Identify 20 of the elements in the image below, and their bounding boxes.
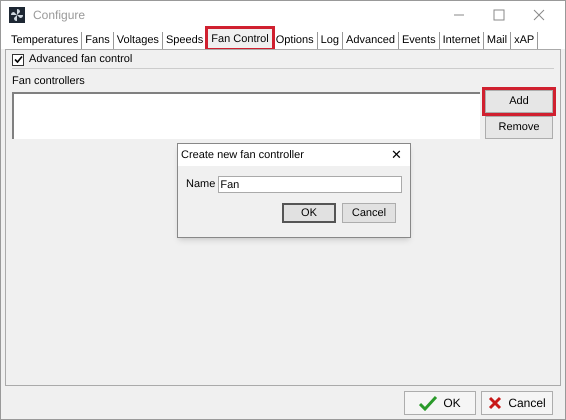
checkbox-label: Advanced fan control <box>29 52 132 68</box>
dialog-button[interactable]: OK <box>404 390 476 414</box>
cross-icon <box>488 396 502 410</box>
dialog-button[interactable]: Cancel <box>481 390 553 414</box>
tab[interactable]: Fan Control <box>207 28 273 49</box>
close-icon[interactable] <box>533 8 545 20</box>
checkbox[interactable] <box>12 54 24 66</box>
close-button[interactable]: ✕ <box>391 145 402 165</box>
dialog-button[interactable]: Cancel <box>342 203 396 223</box>
checkmark-icon <box>419 394 438 410</box>
group-label: Fan controllers <box>12 74 86 89</box>
field-label: Name <box>186 177 216 192</box>
fan-icon <box>9 6 25 22</box>
maximize-icon[interactable] <box>493 8 505 20</box>
name-field[interactable]: Fan <box>218 176 402 193</box>
dialog-title: Create new fan controller <box>181 148 304 163</box>
window-title: Configure <box>33 6 86 24</box>
list-action-button[interactable]: Remove <box>485 116 553 138</box>
list-box[interactable] <box>12 92 480 138</box>
dialog-button[interactable]: OK <box>282 203 336 223</box>
